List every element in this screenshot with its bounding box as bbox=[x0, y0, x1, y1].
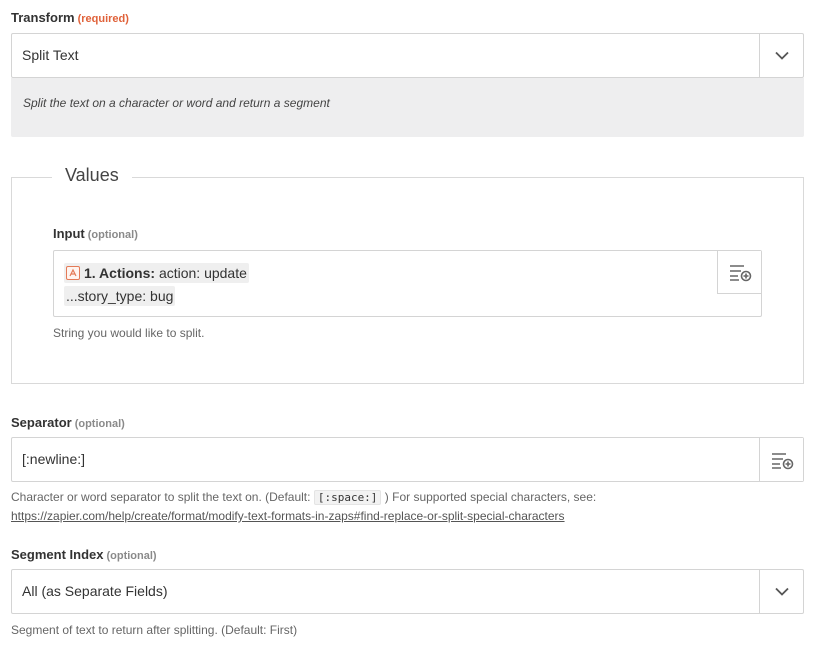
segment-index-label: Segment Index (optional) bbox=[11, 547, 157, 562]
optional-tag: (optional) bbox=[87, 229, 138, 241]
separator-input[interactable]: [:newline:] bbox=[11, 437, 804, 482]
separator-label-text: Separator bbox=[11, 415, 72, 430]
separator-help-text: Character or word separator to split the… bbox=[11, 490, 597, 505]
chevron-down-icon bbox=[774, 587, 789, 596]
list-add-icon bbox=[729, 265, 751, 282]
input-token-line2[interactable]: ...story_type: bug bbox=[64, 286, 176, 306]
chevron-down-icon bbox=[774, 51, 789, 60]
segment-index-select-value: All (as Separate Fields) bbox=[22, 583, 168, 599]
optional-tag: (optional) bbox=[106, 550, 157, 562]
transform-description: Split the text on a character or word an… bbox=[11, 78, 804, 137]
input-field[interactable]: 1. Actions: action: update ...story_type… bbox=[53, 250, 762, 317]
token-step-name: 1. Actions: bbox=[84, 265, 156, 281]
input-token-step[interactable]: 1. Actions: action: update bbox=[64, 263, 249, 283]
transform-label-text: Transform bbox=[11, 10, 75, 25]
values-fieldset: Values Input (optional) 1. Actions: actio… bbox=[11, 165, 804, 384]
transform-select-value: Split Text bbox=[22, 47, 79, 63]
input-insert-data-button[interactable] bbox=[717, 251, 761, 294]
separator-default-code: [:space:] bbox=[313, 490, 382, 505]
separator-insert-data-button[interactable] bbox=[759, 438, 803, 481]
segment-index-dropdown-toggle[interactable] bbox=[759, 570, 803, 613]
token-field-value: action: update bbox=[158, 265, 247, 281]
token-line2-text: ...story_type: bug bbox=[66, 288, 174, 304]
required-tag: (required) bbox=[77, 13, 129, 25]
values-legend: Values bbox=[52, 165, 132, 186]
separator-help-suffix: ) For supported special characters, see: bbox=[384, 490, 597, 504]
input-label: Input (optional) bbox=[53, 226, 138, 241]
transform-label: Transform (required) bbox=[11, 10, 129, 25]
input-help-text: String you would like to split. bbox=[53, 326, 205, 340]
list-add-icon bbox=[771, 452, 793, 469]
input-label-text: Input bbox=[53, 226, 85, 241]
segment-index-help-text: Segment of text to return after splittin… bbox=[11, 623, 298, 637]
transform-select[interactable]: Split Text bbox=[11, 33, 804, 78]
separator-help-prefix: Character or word separator to split the… bbox=[11, 490, 311, 504]
special-characters-help-link[interactable]: https://zapier.com/help/create/format/mo… bbox=[11, 509, 565, 523]
app-icon bbox=[66, 266, 80, 280]
transform-dropdown-toggle[interactable] bbox=[759, 34, 803, 77]
segment-index-select[interactable]: All (as Separate Fields) bbox=[11, 569, 804, 614]
optional-tag: (optional) bbox=[74, 418, 125, 430]
separator-input-value: [:newline:] bbox=[22, 451, 86, 467]
separator-label: Separator (optional) bbox=[11, 415, 125, 430]
transform-description-text: Split the text on a character or word an… bbox=[23, 96, 330, 110]
segment-index-label-text: Segment Index bbox=[11, 547, 104, 562]
